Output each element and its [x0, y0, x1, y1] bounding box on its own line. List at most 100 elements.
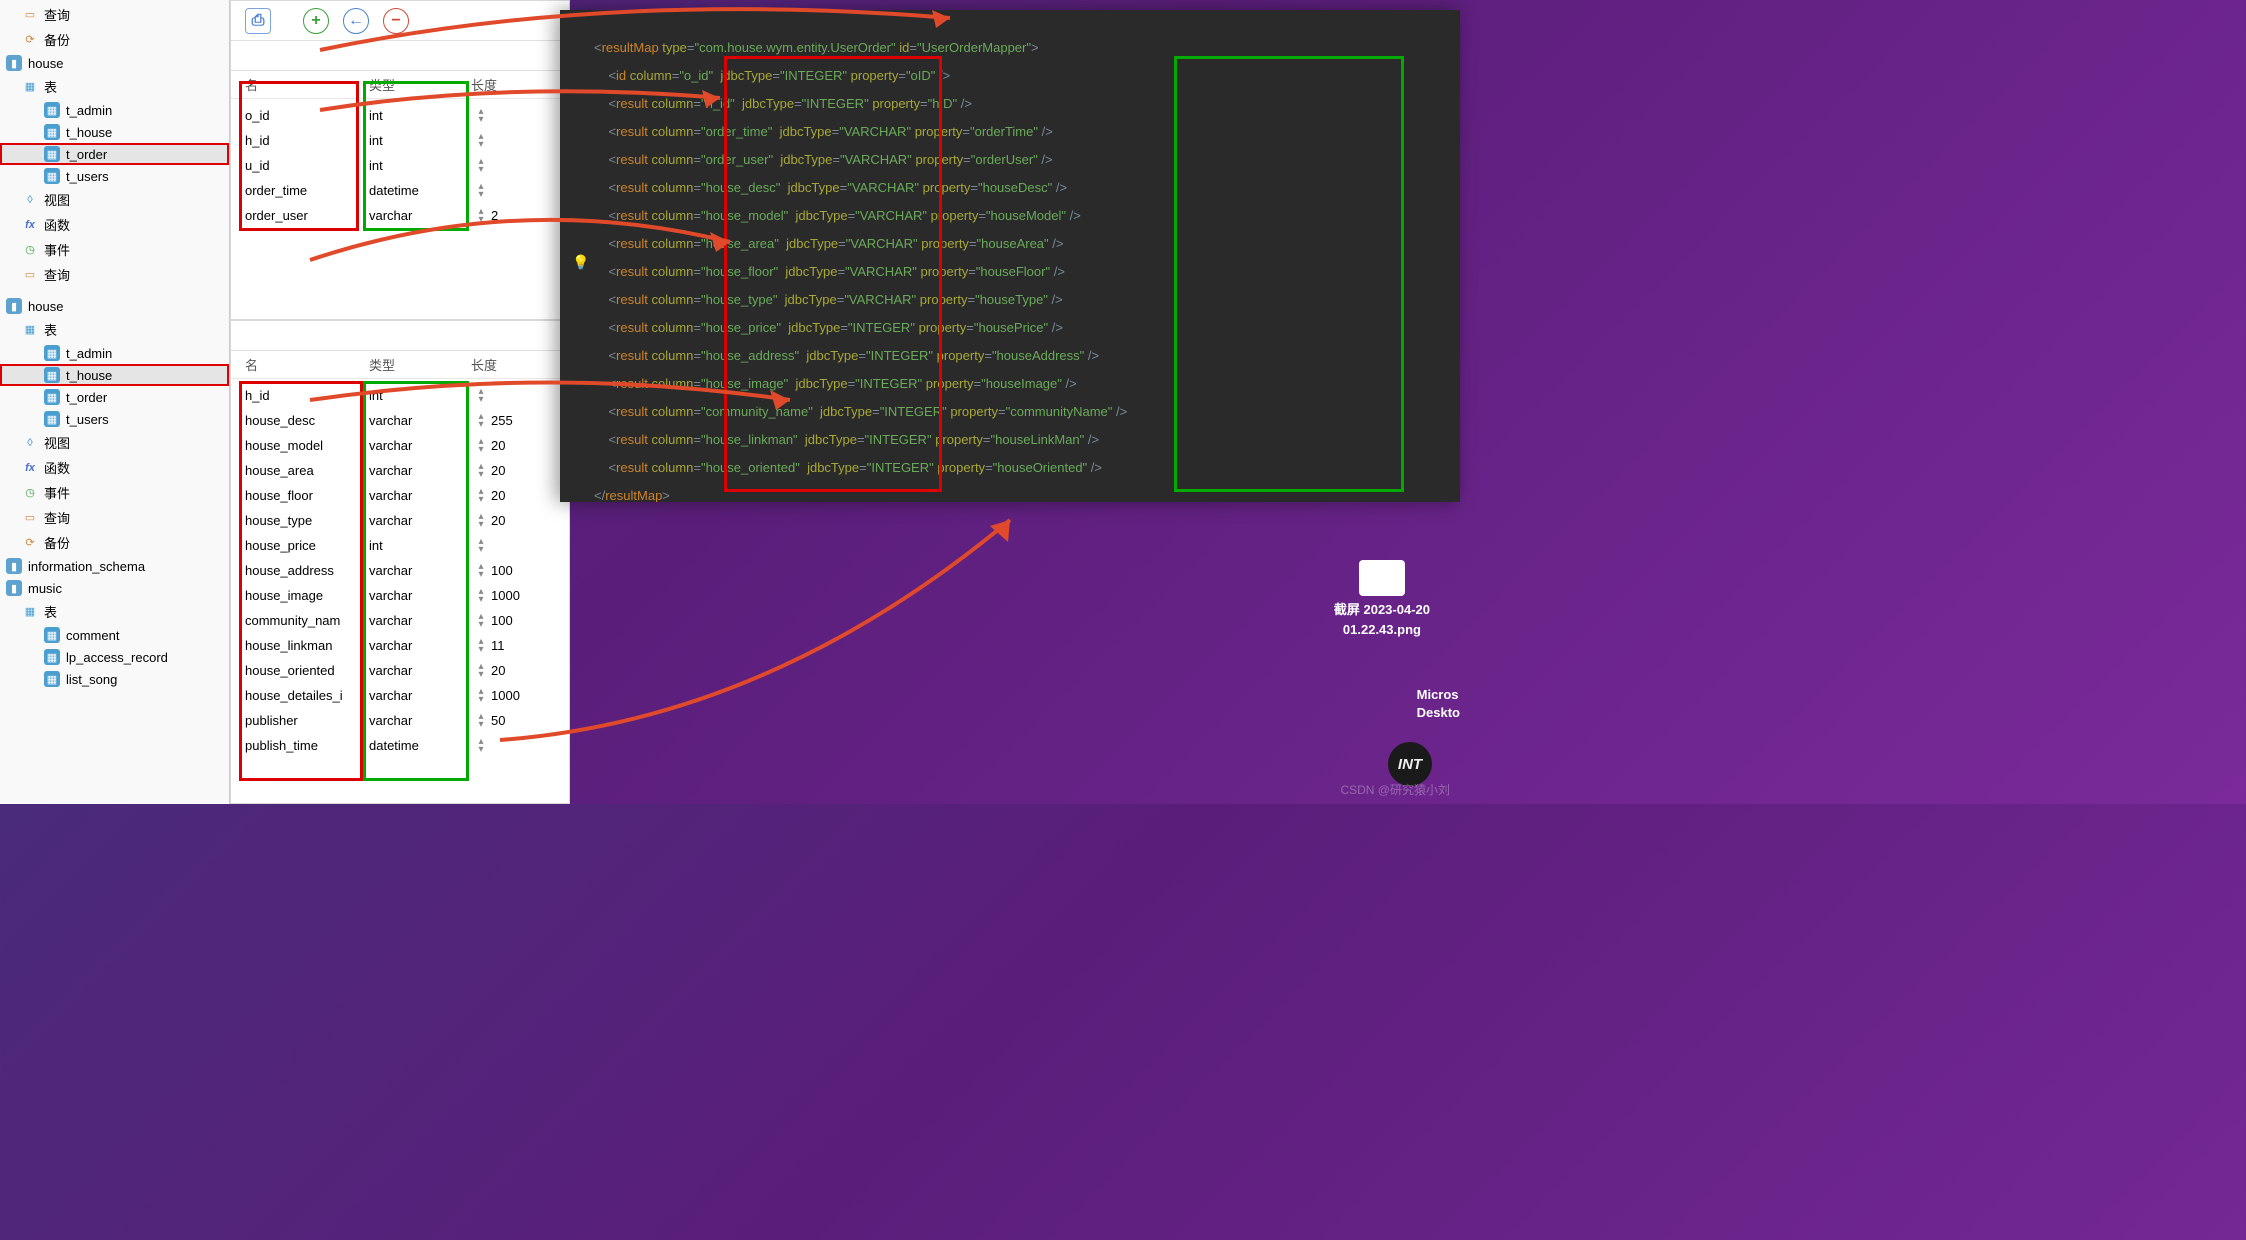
column-row[interactable]: house_orientedvarchar▴▾20: [231, 658, 569, 683]
sort-icon[interactable]: ▴▾: [471, 613, 491, 629]
sort-icon[interactable]: ▴▾: [471, 563, 491, 579]
save-button[interactable]: ⎙: [245, 8, 271, 34]
nav-backup2[interactable]: ⟳备份: [0, 530, 229, 555]
column-row[interactable]: house_floorvarchar▴▾20: [231, 483, 569, 508]
database-icon: ▮: [6, 558, 22, 574]
column-row[interactable]: house_modelvarchar▴▾20: [231, 433, 569, 458]
column-row[interactable]: h_idint▴▾: [231, 383, 569, 408]
nav-query[interactable]: ▭查询: [0, 2, 229, 27]
nav-functions[interactable]: fx函数: [0, 212, 229, 237]
sort-icon[interactable]: ▴▾: [471, 183, 491, 199]
sort-icon[interactable]: ▴▾: [471, 158, 491, 174]
desktop-file-label[interactable]: 截屏 2023-04-20 01.22.43.png: [1334, 560, 1430, 640]
back-button[interactable]: ←: [343, 8, 369, 34]
column-row[interactable]: o_idint▴▾: [231, 103, 569, 128]
table-item-t_house[interactable]: ▦t_house: [0, 364, 229, 386]
col-name: house_linkman: [231, 638, 361, 653]
nav-music-tables[interactable]: ▦表: [0, 599, 229, 624]
sort-icon[interactable]: ▴▾: [471, 638, 491, 654]
table-item-lp_access_record[interactable]: ▦lp_access_record: [0, 646, 229, 668]
header-length[interactable]: 长度: [471, 75, 511, 94]
table-item-t_order[interactable]: ▦t_order: [0, 386, 229, 408]
label: 事件: [44, 240, 70, 259]
nav-music[interactable]: ▮music: [0, 577, 229, 599]
column-row[interactable]: u_idint▴▾: [231, 153, 569, 178]
column-row[interactable]: house_linkmanvarchar▴▾11: [231, 633, 569, 658]
sort-icon[interactable]: ▴▾: [471, 388, 491, 404]
nav-views2[interactable]: ◊视图: [0, 430, 229, 455]
sort-icon[interactable]: ▴▾: [471, 488, 491, 504]
nav-infoschema[interactable]: ▮information_schema: [0, 555, 229, 577]
col-name: order_user: [231, 208, 361, 223]
delete-column-button[interactable]: −: [383, 8, 409, 34]
label: 视图: [44, 190, 70, 209]
label: list_song: [66, 672, 117, 687]
nav-query3[interactable]: ▭查询: [0, 505, 229, 530]
sort-icon[interactable]: ▴▾: [471, 108, 491, 124]
label: t_admin: [66, 103, 112, 118]
nav-tables2[interactable]: ▦表: [0, 317, 229, 342]
col-type: varchar: [361, 513, 471, 528]
nav-views[interactable]: ◊ 视图: [0, 187, 229, 212]
nav-tables[interactable]: ▦表: [0, 74, 229, 99]
column-row[interactable]: community_namvarchar▴▾100: [231, 608, 569, 633]
table-item-t_house[interactable]: ▦t_house: [0, 121, 229, 143]
col-type: varchar: [361, 688, 471, 703]
view-icon: ◊: [22, 192, 38, 208]
table-item-t_order[interactable]: ▦t_order: [0, 143, 229, 165]
sort-icon[interactable]: ▴▾: [471, 463, 491, 479]
sort-icon[interactable]: ▴▾: [471, 513, 491, 529]
nav-events2[interactable]: ◷事件: [0, 480, 229, 505]
table-item-t_users[interactable]: ▦t_users: [0, 408, 229, 430]
sort-icon[interactable]: ▴▾: [471, 688, 491, 704]
header-type[interactable]: 类型: [361, 355, 471, 374]
sort-icon[interactable]: ▴▾: [471, 208, 491, 224]
nav-events[interactable]: ◷事件: [0, 237, 229, 262]
column-row[interactable]: house_detailes_ivarchar▴▾1000: [231, 683, 569, 708]
nav-backup[interactable]: ⟳备份: [0, 27, 229, 52]
column-row[interactable]: house_descvarchar▴▾255: [231, 408, 569, 433]
annotation-properties: [1174, 56, 1404, 492]
lightbulb-icon[interactable]: 💡: [572, 254, 589, 271]
column-row[interactable]: publishervarchar▴▾50: [231, 708, 569, 733]
column-row[interactable]: order_uservarchar▴▾2: [231, 203, 569, 228]
column-row[interactable]: house_priceint▴▾: [231, 533, 569, 558]
column-row[interactable]: order_timedatetime▴▾: [231, 178, 569, 203]
sort-icon[interactable]: ▴▾: [471, 438, 491, 454]
nav-db-house2[interactable]: ▮house: [0, 295, 229, 317]
nav-db-house[interactable]: ▮house: [0, 52, 229, 74]
sort-icon[interactable]: ▴▾: [471, 713, 491, 729]
column-row[interactable]: publish_timedatetime▴▾: [231, 733, 569, 758]
table-item-t_admin[interactable]: ▦t_admin: [0, 99, 229, 121]
nav-query2[interactable]: ▭查询: [0, 262, 229, 287]
sort-icon[interactable]: ▴▾: [471, 538, 491, 554]
column-row[interactable]: house_imagevarchar▴▾1000: [231, 583, 569, 608]
columns-header: 名 类型 长度: [231, 71, 569, 99]
sort-icon[interactable]: ▴▾: [471, 588, 491, 604]
folder-icon: ▦: [22, 604, 38, 620]
sort-icon[interactable]: ▴▾: [471, 738, 491, 754]
table-item-list_song[interactable]: ▦list_song: [0, 668, 229, 690]
column-row[interactable]: h_idint▴▾: [231, 128, 569, 153]
table-item-comment[interactable]: ▦comment: [0, 624, 229, 646]
header-type[interactable]: 类型: [361, 75, 471, 94]
table-item-t_admin[interactable]: ▦t_admin: [0, 342, 229, 364]
header-length[interactable]: 长度: [471, 355, 511, 374]
table-icon: ▦: [44, 649, 60, 665]
column-row[interactable]: house_typevarchar▴▾20: [231, 508, 569, 533]
column-row[interactable]: house_areavarchar▴▾20: [231, 458, 569, 483]
sort-icon[interactable]: ▴▾: [471, 663, 491, 679]
author-logo: INT: [1388, 742, 1432, 786]
header-name[interactable]: 名: [231, 355, 361, 374]
sort-icon[interactable]: ▴▾: [471, 133, 491, 149]
xml-code-editor[interactable]: <resultMap type="com.house.wym.entity.Us…: [560, 10, 1460, 502]
add-column-button[interactable]: +: [303, 8, 329, 34]
table-item-t_users[interactable]: ▦t_users: [0, 165, 229, 187]
designer-toolbar: ⎙ + ← −: [231, 1, 569, 41]
col-type: int: [361, 538, 471, 553]
column-row[interactable]: house_addressvarchar▴▾100: [231, 558, 569, 583]
table-icon: ▦: [44, 411, 60, 427]
sort-icon[interactable]: ▴▾: [471, 413, 491, 429]
nav-functions2[interactable]: fx函数: [0, 455, 229, 480]
header-name[interactable]: 名: [231, 75, 361, 94]
